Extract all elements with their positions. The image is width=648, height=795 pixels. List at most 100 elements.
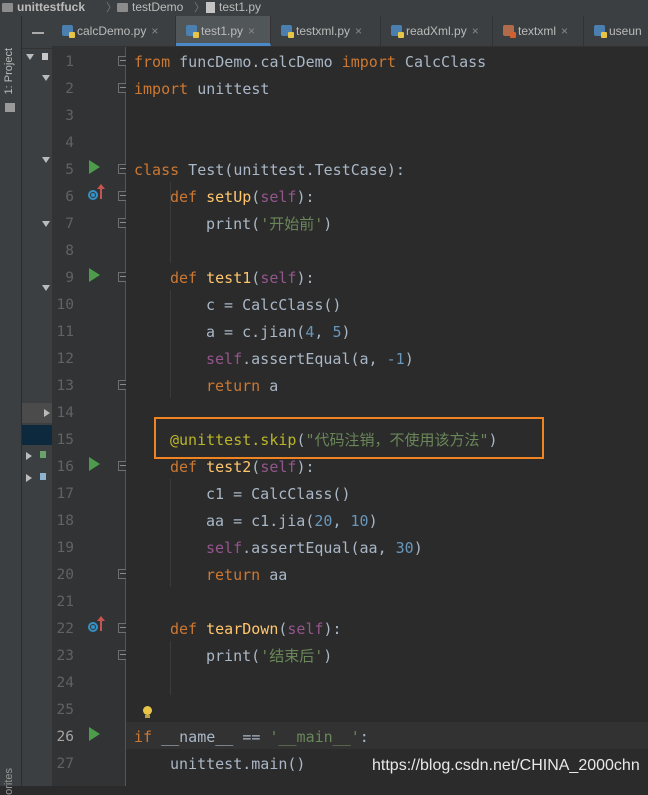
code-line-27: unittest.main() xyxy=(170,755,306,773)
line-number[interactable]: 9 xyxy=(52,265,74,292)
breadcrumb-folder[interactable]: testDemo xyxy=(117,0,183,14)
tab-label: test1.py xyxy=(201,24,244,38)
close-icon[interactable]: × xyxy=(355,24,362,38)
line-number[interactable]: 20 xyxy=(52,562,74,589)
tab-label: textxml xyxy=(518,24,557,38)
line-number[interactable]: 17 xyxy=(52,481,74,508)
project-pane-header xyxy=(22,16,52,49)
code-line-17: c1 = CalcClass() xyxy=(206,485,351,503)
tree-row[interactable] xyxy=(22,403,52,423)
minus-icon[interactable] xyxy=(32,32,44,34)
python-file-icon xyxy=(281,25,294,38)
code-line-22: def tearDown(self): xyxy=(170,620,342,638)
tab-label: readXml.py xyxy=(406,24,467,38)
code-line-7: print('开始前') xyxy=(206,215,333,233)
run-icon[interactable] xyxy=(89,457,100,471)
line-number[interactable]: 2 xyxy=(52,76,74,103)
library-icon xyxy=(40,451,46,458)
override-icon[interactable] xyxy=(88,616,105,633)
file-icon xyxy=(42,53,48,60)
code-line-12: self.assertEqual(a, -1) xyxy=(206,350,414,368)
expand-arrow-icon[interactable] xyxy=(42,75,50,81)
run-icon[interactable] xyxy=(89,160,100,174)
line-number[interactable]: 7 xyxy=(52,211,74,238)
close-icon[interactable]: × xyxy=(561,24,568,38)
python-file-icon xyxy=(594,25,607,38)
favorites-tool-button[interactable]: orites xyxy=(3,768,15,795)
indent-guide xyxy=(170,641,171,695)
code-line-13: return a xyxy=(206,377,279,395)
tab-calcdemo[interactable]: calcDemo.py × xyxy=(52,16,176,46)
breadcrumb-project[interactable]: unittestfuck xyxy=(2,0,85,14)
line-number[interactable]: 22 xyxy=(52,616,74,643)
line-number[interactable]: 26 xyxy=(52,724,74,751)
code-line-20: return aa xyxy=(206,566,288,584)
expand-arrow-icon[interactable] xyxy=(26,54,34,60)
run-icon[interactable] xyxy=(89,727,100,741)
code-line-19: self.assertEqual(aa, 30) xyxy=(206,539,423,557)
expand-arrow-icon[interactable] xyxy=(42,221,50,227)
tool-window-strip: 1: Project orites xyxy=(0,16,22,795)
xml-file-icon xyxy=(503,25,516,38)
collapse-arrow-icon[interactable] xyxy=(26,452,32,460)
line-number[interactable]: 27 xyxy=(52,751,74,778)
tab-textxml[interactable]: textxml × xyxy=(493,16,584,46)
tab-label: calcDemo.py xyxy=(77,24,147,38)
line-number[interactable]: 12 xyxy=(52,346,74,373)
editor-tabs: calcDemo.py × test1.py × testxml.py × readX… xyxy=(52,16,648,47)
run-icon[interactable] xyxy=(89,268,100,282)
python-file-icon xyxy=(186,25,199,38)
tab-test1[interactable]: test1.py × xyxy=(176,16,271,46)
line-number[interactable]: 13 xyxy=(52,373,74,400)
expand-arrow-icon[interactable] xyxy=(42,157,50,163)
line-number[interactable]: 6 xyxy=(52,184,74,211)
line-number[interactable]: 19 xyxy=(52,535,74,562)
breadcrumb-folder-label: testDemo xyxy=(132,0,184,14)
line-number[interactable]: 5 xyxy=(52,157,74,184)
close-icon[interactable]: × xyxy=(151,24,158,38)
line-number[interactable]: 21 xyxy=(52,589,74,616)
code-line-10: c = CalcClass() xyxy=(206,296,342,314)
line-number[interactable]: 1 xyxy=(52,49,74,76)
override-icon[interactable] xyxy=(88,184,105,201)
line-number[interactable]: 23 xyxy=(52,643,74,670)
close-icon[interactable]: × xyxy=(472,24,479,38)
line-number[interactable]: 14 xyxy=(52,400,74,427)
code-line-23: print('结束后') xyxy=(206,647,333,665)
python-file-icon xyxy=(206,2,215,13)
tab-label: useun xyxy=(609,24,642,38)
folder-icon xyxy=(117,3,128,12)
line-number[interactable]: 8 xyxy=(52,238,74,265)
line-number[interactable]: 3 xyxy=(52,103,74,130)
editor-gutter: 1 2 3 4 5 6 7 8 9 10 11 12 13 14 15 16 17 18 19 20 21 22 23 24 2… xyxy=(52,47,128,786)
breadcrumb-file-label: test1.py xyxy=(219,0,262,14)
tab-readxml[interactable]: readXml.py × xyxy=(381,16,493,46)
tree-row-selected[interactable] xyxy=(22,425,52,445)
line-number[interactable]: 25 xyxy=(52,697,74,724)
python-file-icon xyxy=(62,25,75,38)
breadcrumb-file[interactable]: test1.py xyxy=(206,0,261,14)
lightbulb-icon[interactable] xyxy=(143,706,152,718)
line-number[interactable]: 24 xyxy=(52,670,74,697)
close-icon[interactable]: × xyxy=(248,24,255,38)
line-number[interactable]: 18 xyxy=(52,508,74,535)
code-line-2: import unittest xyxy=(134,80,270,98)
code-line-26: if __name__ == '__main__': xyxy=(134,728,369,746)
project-tool-button[interactable]: 1: Project xyxy=(3,48,15,94)
tab-testxml[interactable]: testxml.py × xyxy=(271,16,381,46)
breadcrumb-separator: 〉 xyxy=(194,2,205,14)
line-number[interactable]: 16 xyxy=(52,454,74,481)
line-number[interactable]: 4 xyxy=(52,130,74,157)
line-number[interactable]: 15 xyxy=(52,427,74,454)
tab-useun[interactable]: useun xyxy=(584,16,648,46)
collapse-arrow-icon[interactable] xyxy=(44,409,50,417)
indent-guide xyxy=(170,479,171,587)
expand-arrow-icon[interactable] xyxy=(42,285,50,291)
code-line-9: def test1(self): xyxy=(170,269,315,287)
line-number[interactable]: 11 xyxy=(52,319,74,346)
tab-label: testxml.py xyxy=(296,24,351,38)
breadcrumb-project-label: unittestfuck xyxy=(17,0,86,14)
scratches-icon xyxy=(40,473,46,480)
collapse-arrow-icon[interactable] xyxy=(26,474,32,482)
line-number[interactable]: 10 xyxy=(52,292,74,319)
